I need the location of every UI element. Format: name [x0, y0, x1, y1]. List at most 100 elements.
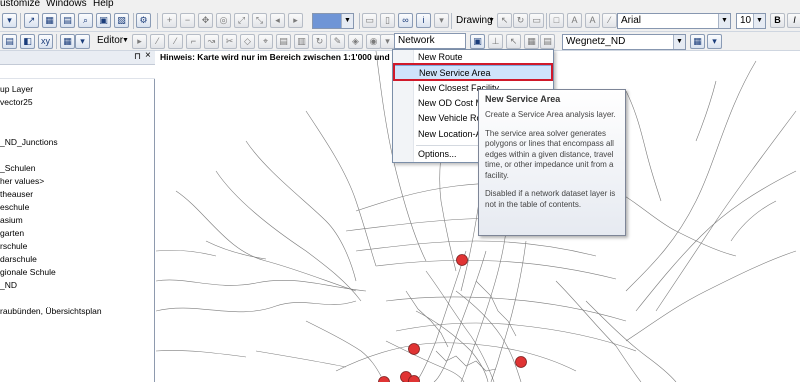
more-icon[interactable]: ◉	[366, 34, 381, 49]
back-icon[interactable]: ◂	[270, 13, 285, 28]
rotate-tool-icon[interactable]: ↻	[312, 34, 327, 49]
select-elements-icon[interactable]: ↖	[497, 13, 512, 28]
rotate-icon[interactable]: ↻	[513, 13, 528, 28]
separator	[451, 13, 452, 29]
menu-help[interactable]: Help	[93, 0, 114, 9]
table-of-contents: ⊓ × up Layer vector25 _ND_Junctions _Sch…	[0, 50, 155, 382]
toc-legend-item: gionale Schule	[0, 267, 56, 277]
separator	[20, 13, 21, 29]
zoom-out-icon[interactable]: −	[180, 13, 195, 28]
chevron-down-icon[interactable]: ▾	[75, 34, 90, 49]
cut-polygon-icon[interactable]: ⌖	[258, 34, 273, 49]
network-analyst-window-icon[interactable]: ▣	[470, 34, 485, 49]
close-icon[interactable]: ×	[145, 50, 151, 61]
layout-view-icon[interactable]: ▭	[362, 13, 377, 28]
chevron-down-icon[interactable]: ▼	[341, 14, 353, 28]
page-icon[interactable]: ▯	[380, 13, 395, 28]
zoom-in-icon[interactable]: +	[162, 13, 177, 28]
toc-layer[interactable]: _ND	[0, 280, 17, 290]
python-icon[interactable]: ▧	[114, 13, 129, 28]
toc-layer[interactable]: _ND_Junctions	[0, 137, 58, 147]
sketch-icon[interactable]: ⁄	[150, 34, 165, 49]
tooltip-text: Disabled if a network dataset layer is n…	[485, 189, 616, 209]
add-data-icon[interactable]: ▾	[2, 13, 17, 28]
create-features-icon[interactable]: ✎	[330, 34, 345, 49]
chevron-down-icon[interactable]: ▼	[718, 14, 730, 28]
chevron-down-icon[interactable]: ▼	[753, 14, 765, 28]
chevron-down-icon[interactable]: ▾	[380, 34, 395, 49]
text-tool-icon[interactable]: A	[567, 13, 582, 28]
select-network-location-icon[interactable]: ↖	[506, 34, 521, 49]
menu-windows[interactable]: Windows	[46, 0, 87, 9]
toc-legend-item: theauser	[0, 189, 34, 199]
sketch-properties-icon[interactable]: ▥	[294, 34, 309, 49]
toolbar-row-1: ▾ ↗ ▦ ▤ ⌕ ▣ ▧ ⚙ + − ✥ ◎ ⤢ ⤡ ◂ ▸ ▼ ▭ ▯ ∞ …	[0, 10, 800, 32]
menubar: ustomize Windows Help	[0, 0, 800, 10]
chevron-down-icon[interactable]: ▾	[707, 34, 722, 49]
topology-icon[interactable]: ◈	[348, 34, 363, 49]
network-analyst-menu[interactable]: Network Analyst	[394, 33, 466, 60]
tooltip-title: New Service Area	[485, 94, 561, 104]
chevron-down-icon: ▼	[122, 37, 129, 44]
italic-button[interactable]: I	[787, 13, 800, 28]
toc-layer[interactable]: raubünden, Übersichtsplan	[0, 306, 102, 316]
toolbox-icon[interactable]: ▣	[96, 13, 111, 28]
network-dataset-combo[interactable]: Wegnetz_ND ▼	[562, 34, 686, 50]
grid-icon[interactable]: ▦	[60, 34, 75, 49]
font-name-combo[interactable]: Arial ▼	[617, 13, 731, 29]
binoculars-icon[interactable]: ∞	[398, 13, 413, 28]
font-color-icon[interactable]: A	[585, 13, 600, 28]
tool-icon[interactable]: ▤	[2, 34, 17, 49]
tooltip-text: Create a Service Area analysis layer.	[485, 110, 616, 119]
scale-combo[interactable]: ▼	[312, 13, 354, 29]
facility-point	[378, 376, 390, 382]
rectangle-tool-icon[interactable]: ▭	[529, 13, 544, 28]
font-size-combo[interactable]: 10 ▼	[736, 13, 766, 29]
highlight-frame	[393, 63, 553, 81]
trace-icon[interactable]: ↝	[204, 34, 219, 49]
pin-icon[interactable]: ⊓	[134, 51, 141, 62]
toc-layer[interactable]: vector25	[0, 97, 33, 107]
toc-layer[interactable]: _Schulen	[0, 163, 35, 173]
xy-icon[interactable]: xy	[38, 34, 53, 49]
identify-icon[interactable]: i	[416, 13, 431, 28]
create-network-location-icon[interactable]: ⊥	[488, 34, 503, 49]
table-icon[interactable]: ▦	[42, 13, 57, 28]
split-icon[interactable]: ✂	[222, 34, 237, 49]
build-network-icon[interactable]: ▦	[690, 34, 705, 49]
bold-button[interactable]: B	[770, 13, 785, 28]
more-icon[interactable]: ▾	[434, 13, 449, 28]
separator	[359, 13, 360, 29]
attributes-icon[interactable]: ▤	[276, 34, 291, 49]
toc-layer[interactable]: up Layer	[0, 84, 33, 94]
toc-legend-item: asium	[0, 215, 23, 225]
separator	[157, 13, 158, 29]
search-window-icon[interactable]: ⌕	[78, 13, 93, 28]
fill-color-icon[interactable]: □	[549, 13, 564, 28]
facility-point	[456, 254, 468, 266]
straight-segment-icon[interactable]: ⁄	[168, 34, 183, 49]
separator	[546, 13, 547, 29]
chevron-down-icon: ▼	[488, 17, 495, 24]
full-extent-icon[interactable]: ◎	[216, 13, 231, 28]
vertex-icon[interactable]: ⌐	[186, 34, 201, 49]
menu-customize[interactable]: ustomize	[0, 0, 40, 9]
line-color-icon[interactable]: ⁄	[602, 13, 617, 28]
editor-menu[interactable]: Editor	[97, 34, 123, 48]
chart-icon[interactable]: ↗	[24, 13, 39, 28]
layer-icon[interactable]: ◧	[20, 34, 35, 49]
chevron-down-icon[interactable]: ▼	[673, 35, 685, 49]
fixed-zoom-out-icon[interactable]: ⤡	[252, 13, 267, 28]
toc-toolbar	[0, 65, 155, 79]
edit-tool-icon[interactable]: ▸	[132, 34, 147, 49]
model-builder-icon[interactable]: ⚙	[136, 13, 151, 28]
pan-icon[interactable]: ✥	[198, 13, 213, 28]
fixed-zoom-in-icon[interactable]: ⤢	[234, 13, 249, 28]
solve-icon[interactable]: ▦	[524, 34, 539, 49]
toc-header: ⊓ ×	[0, 50, 155, 65]
directions-icon[interactable]: ▤	[540, 34, 555, 49]
forward-icon[interactable]: ▸	[288, 13, 303, 28]
facility-point	[515, 356, 527, 368]
catalog-icon[interactable]: ▤	[60, 13, 75, 28]
reshape-icon[interactable]: ◇	[240, 34, 255, 49]
